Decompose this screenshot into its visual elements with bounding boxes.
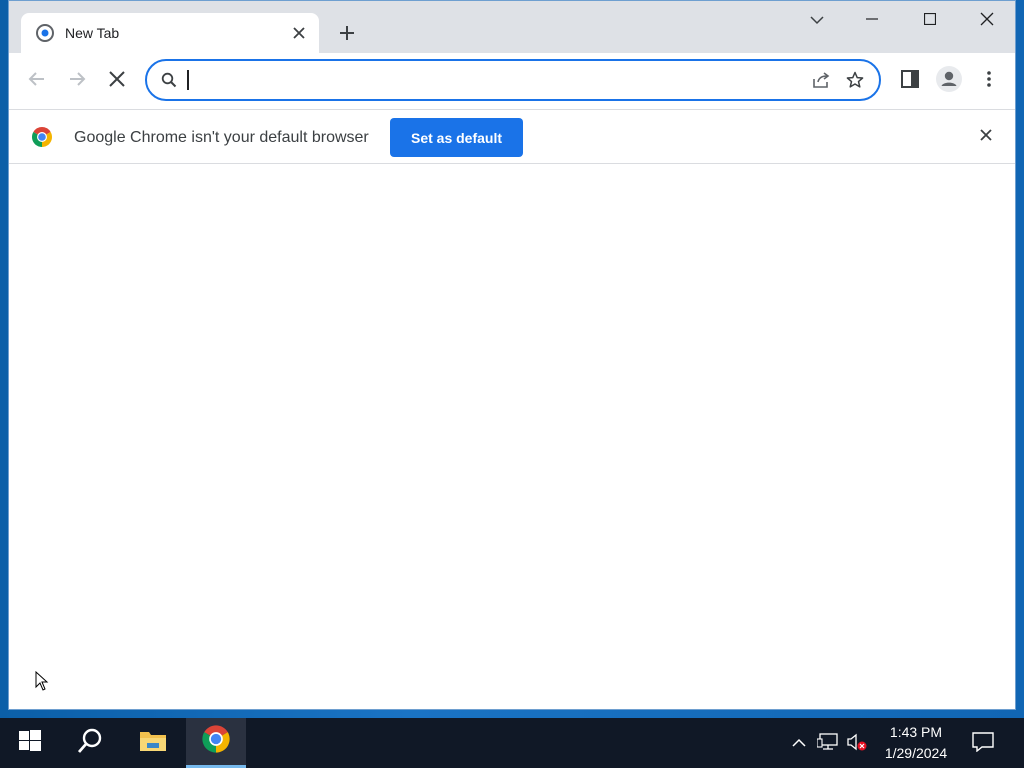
minimize-icon [866, 12, 878, 30]
volume-muted-icon [846, 733, 868, 756]
forward-arrow-icon [68, 70, 86, 93]
stop-loading-button[interactable] [103, 67, 131, 95]
action-center-button[interactable] [972, 731, 994, 757]
volume-button[interactable] [846, 733, 868, 755]
plus-icon [339, 25, 355, 46]
network-icon [816, 732, 839, 756]
chrome-app-icon [201, 724, 231, 759]
chrome-favicon-icon [35, 23, 55, 43]
share-icon[interactable] [807, 66, 835, 94]
side-panel-icon [901, 69, 919, 93]
show-hidden-icons-button[interactable] [788, 733, 810, 755]
maximize-button[interactable] [907, 1, 953, 41]
infobar-close-button[interactable] [973, 124, 999, 150]
clock-time: 1:43 PM [889, 724, 943, 740]
windows-start-icon [19, 729, 41, 757]
window-close-button[interactable] [964, 1, 1010, 41]
tab-new-tab[interactable]: New Tab [21, 13, 319, 53]
chevron-up-icon [792, 735, 806, 753]
chrome-logo-icon [31, 126, 53, 148]
taskbar-chrome[interactable] [186, 718, 246, 768]
taskbar-file-explorer[interactable] [123, 718, 183, 768]
forward-button[interactable] [63, 67, 91, 95]
mouse-pointer-icon [35, 670, 49, 696]
page-content[interactable] [9, 164, 1015, 709]
maximize-icon [923, 12, 937, 30]
profile-icon [936, 65, 962, 97]
back-button[interactable] [23, 67, 51, 95]
side-panel-button[interactable] [896, 67, 924, 95]
back-arrow-icon [28, 70, 46, 93]
start-button[interactable] [0, 718, 60, 768]
taskbar: 1:43 PM 1/29/2024 [0, 718, 1024, 768]
close-icon [980, 12, 994, 31]
tab-strip: New Tab [9, 1, 1015, 53]
search-icon [159, 70, 179, 90]
toolbar [9, 53, 1015, 109]
taskbar-clock[interactable]: 1:43 PM 1/29/2024 [872, 722, 960, 764]
address-bar[interactable] [145, 59, 881, 101]
network-button[interactable] [816, 732, 839, 756]
close-icon [980, 128, 992, 146]
file-explorer-icon [139, 729, 167, 758]
minimize-button[interactable] [849, 1, 895, 41]
stop-icon [109, 70, 125, 92]
set-as-default-button[interactable]: Set as default [390, 118, 523, 157]
search-icon [77, 728, 103, 759]
star-icon[interactable] [841, 66, 869, 94]
taskbar-search-button[interactable] [60, 718, 120, 768]
profile-button[interactable] [935, 65, 963, 97]
browser-window: New Tab Google Chrome isn't your default… [8, 0, 1016, 710]
close-icon[interactable] [289, 23, 309, 43]
new-tab-button[interactable] [333, 21, 361, 49]
address-input[interactable] [191, 64, 807, 96]
default-browser-infobar: Google Chrome isn't your default browser… [9, 109, 1015, 164]
chevron-down-icon [810, 12, 824, 30]
infobar-message: Google Chrome isn't your default browser [74, 129, 369, 146]
notification-icon [972, 731, 994, 757]
text-caret [187, 70, 189, 90]
tab-title: New Tab [65, 25, 120, 41]
menu-button[interactable] [975, 67, 1003, 95]
tab-search-button[interactable] [794, 1, 840, 41]
more-vert-icon [986, 70, 992, 93]
clock-date: 1/29/2024 [884, 745, 948, 761]
